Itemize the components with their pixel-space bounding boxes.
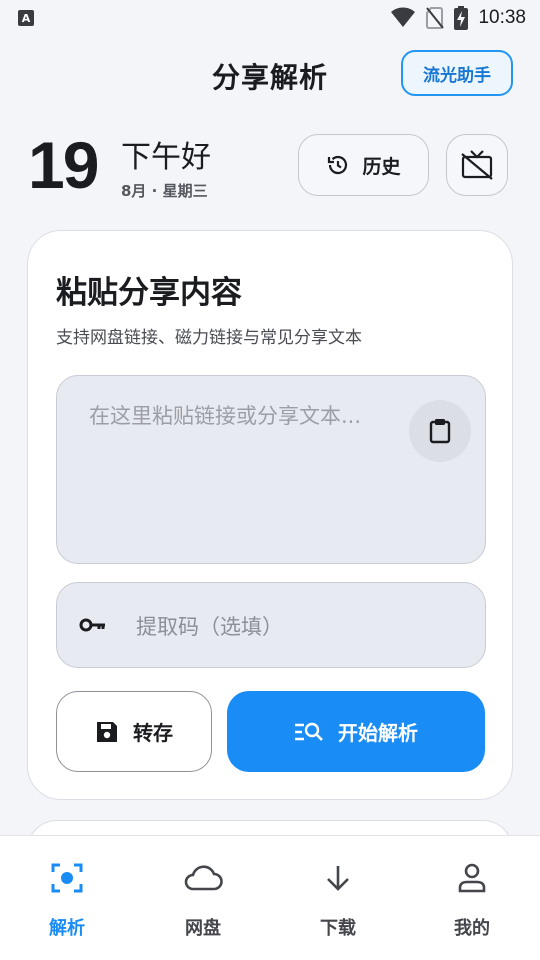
history-icon <box>328 155 348 175</box>
nav-label-drive: 网盘 <box>185 918 221 939</box>
clipboard-icon <box>429 419 451 444</box>
scan-icon <box>51 863 83 893</box>
code-placeholder: 提取码（选填） <box>136 615 283 639</box>
download-icon <box>327 866 349 891</box>
extraction-code-input[interactable]: 提取码（选填） <box>56 582 486 668</box>
greeting-text: 下午好 <box>121 140 211 175</box>
save-icon <box>97 721 117 742</box>
key-icon <box>79 618 105 632</box>
assistant-button[interactable]: 流光助手 <box>401 50 513 96</box>
history-button[interactable]: 历史 <box>298 134 429 196</box>
cast-off-button[interactable] <box>446 134 508 196</box>
nav-label-download: 下载 <box>320 918 356 939</box>
card-subtitle: 支持网盘链接、磁力链接与常见分享文本 <box>56 328 362 348</box>
tv-off-icon <box>461 150 493 180</box>
accessibility-a-icon: A <box>18 10 34 26</box>
card-title: 粘贴分享内容 <box>56 275 242 311</box>
save-label: 转存 <box>133 721 173 745</box>
nav-label-profile: 我的 <box>454 918 490 939</box>
parse-label: 开始解析 <box>338 721 418 745</box>
date-greeting-row: 19 下午好 8月 · 星期三 历史 <box>0 128 540 204</box>
nav-item-drive[interactable]: 网盘 <box>163 860 243 940</box>
nav-label-parse: 解析 <box>49 918 85 939</box>
bottom-navigation: 解析 网盘 下载 我的 <box>0 835 540 960</box>
share-content-card: 粘贴分享内容 支持网盘链接、磁力链接与常见分享文本 在这里粘贴链接或分享文本..… <box>27 230 513 800</box>
day-number: 19 <box>28 128 99 202</box>
nav-item-download[interactable]: 下载 <box>298 860 378 940</box>
status-time: 10:38 <box>478 7 526 28</box>
share-text-input[interactable]: 在这里粘贴链接或分享文本... <box>56 375 486 564</box>
nav-item-profile[interactable]: 我的 <box>432 860 512 940</box>
paste-button[interactable] <box>409 400 471 462</box>
status-bar: A 10:38 <box>0 0 540 36</box>
list-search-icon <box>295 722 323 741</box>
start-parse-button[interactable]: 开始解析 <box>227 691 485 772</box>
history-label: 历史 <box>362 155 401 178</box>
nav-item-parse[interactable]: 解析 <box>27 860 107 940</box>
save-to-drive-button[interactable]: 转存 <box>56 691 212 772</box>
date-subline: 8月 · 星期三 <box>121 182 208 200</box>
wifi-icon <box>391 7 416 27</box>
battery-charging-icon <box>454 6 469 30</box>
share-input-placeholder: 在这里粘贴链接或分享文本... <box>89 404 362 428</box>
top-bar: 分享解析 流光助手 <box>0 46 540 104</box>
no-sim-icon <box>426 7 445 29</box>
cloud-icon <box>184 865 223 891</box>
person-icon <box>458 863 486 893</box>
